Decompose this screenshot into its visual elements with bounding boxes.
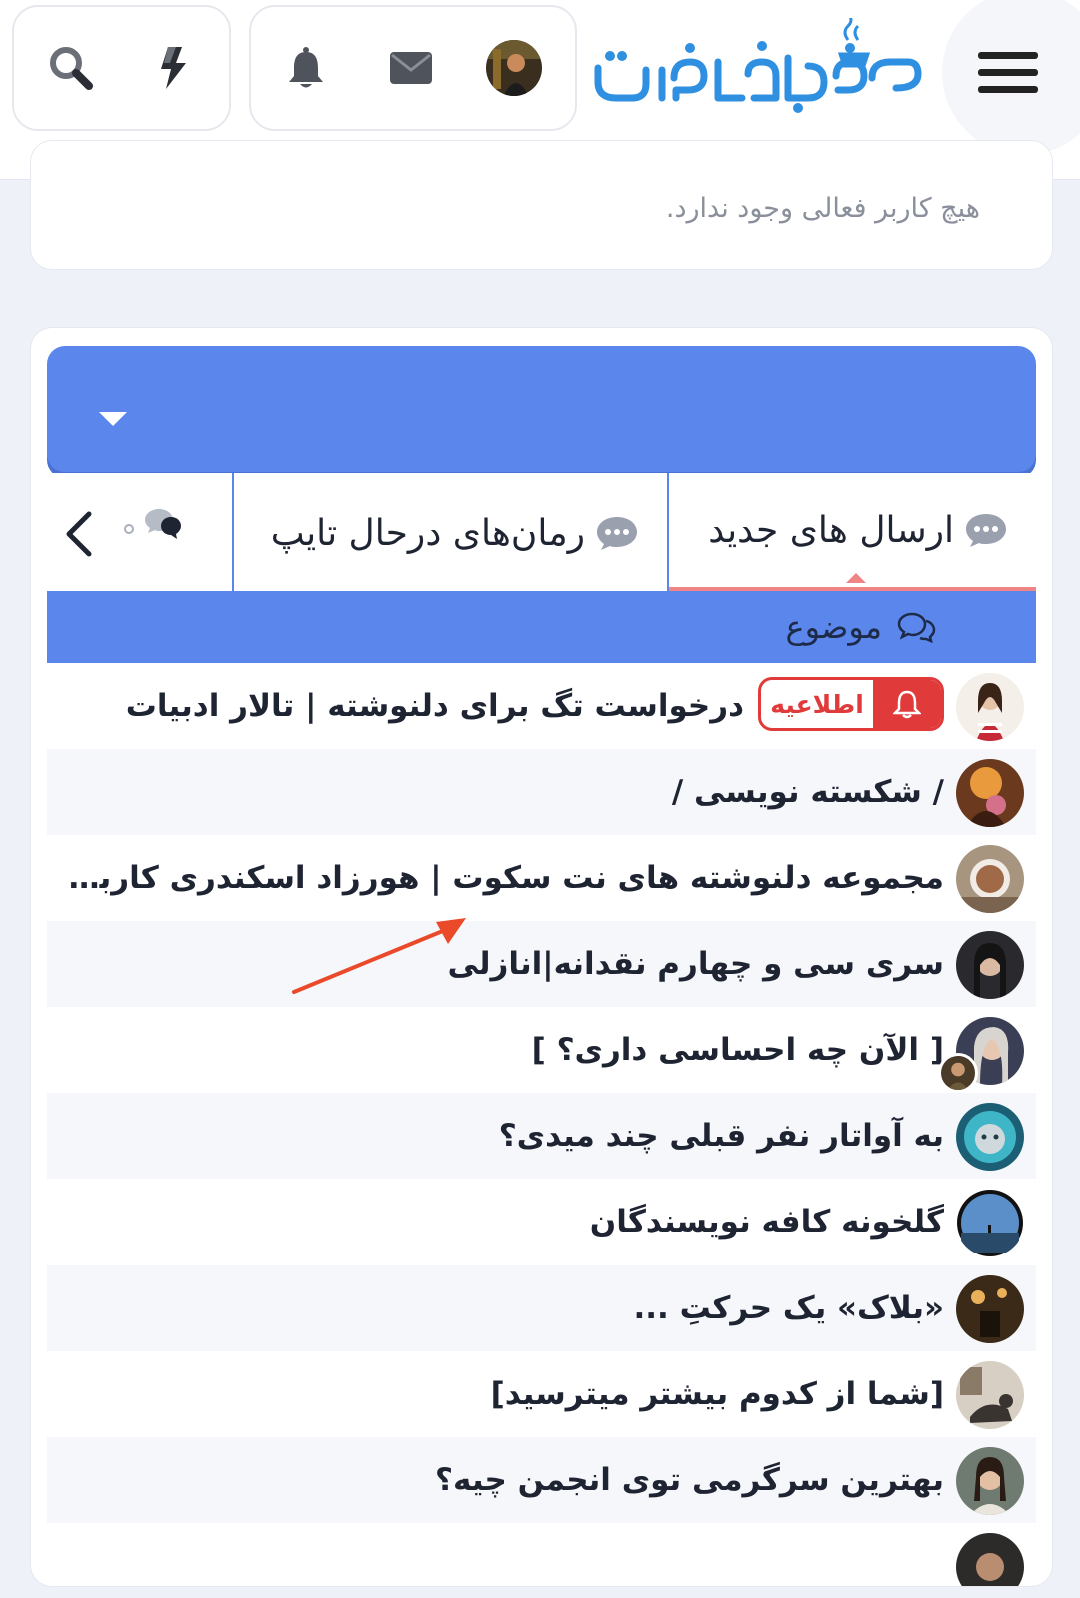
thread-title[interactable]: درخواست تگ برای دلنوشته | تالار ادبیات	[126, 663, 744, 749]
last-poster-avatar[interactable]	[938, 1053, 978, 1093]
main-menu-button[interactable]	[942, 0, 1080, 155]
thread-title[interactable]: بهترین سرگرمی توی انجمن چیه؟	[435, 1437, 944, 1523]
online-users-card: هیچ کاربر فعالی وجود ندارد.	[30, 140, 1053, 270]
envelope-icon	[390, 52, 432, 84]
whats-new-button[interactable]	[138, 7, 208, 129]
thread-author-avatar[interactable]	[956, 1361, 1024, 1429]
table-row[interactable]: / شکسته نویسی /	[47, 749, 1036, 835]
comments-outline-icon	[897, 612, 936, 643]
thread-title[interactable]: گلخونه کافه نویسندگان	[590, 1179, 944, 1265]
online-users-empty-text: هیچ کاربر فعالی وجود ندارد.	[665, 193, 980, 224]
thread-author-avatar[interactable]	[956, 931, 1024, 999]
dropdown-toggle-icon[interactable]	[97, 408, 129, 428]
thread-tabs: ارسال های جدید رمان‌های درحال تایپ	[47, 473, 1036, 593]
thread-title[interactable]: به آواتار نفر قبلی چند میدی؟	[499, 1093, 944, 1179]
table-row[interactable]: بهترین سرگرمی توی انجمن چیه؟	[47, 1437, 1036, 1523]
chevron-left-icon[interactable]	[65, 511, 93, 557]
thread-title[interactable]: مجموعه دلنوشته های نت سکوت | هورزاد اسکن…	[59, 835, 944, 921]
account-button[interactable]	[479, 7, 549, 129]
active-tab-indicator	[846, 573, 866, 583]
tab-new-posts-label: ارسال های جدید	[708, 509, 954, 551]
thread-title[interactable]: سری سی و چهارم نقدانه|انازلی	[448, 921, 944, 1007]
annotation-arrow	[292, 918, 466, 994]
thread-author-avatar[interactable]	[956, 759, 1024, 827]
bell-icon	[289, 47, 323, 88]
table-row[interactable]: به آواتار نفر قبلی چند میدی؟	[47, 1093, 1036, 1179]
table-row-partial[interactable]	[47, 1523, 1036, 1587]
inbox-button[interactable]	[376, 7, 446, 129]
widget-header-bar	[47, 346, 1036, 472]
alerts-button[interactable]	[271, 7, 341, 129]
table-row[interactable]: [شما از کدوم بیشتر میترسید]	[47, 1351, 1036, 1437]
bell-icon	[893, 690, 921, 719]
table-row[interactable]: «بلاک» یک حرکتِ ...	[47, 1265, 1036, 1351]
announcement-badge: اطلاعیه	[758, 677, 944, 731]
table-row[interactable]: [ الآن چه احساسی داری؟ ]	[47, 1007, 1036, 1093]
thread-author-avatar[interactable]	[956, 673, 1024, 741]
thread-title[interactable]: / شکسته نویسی /	[672, 749, 944, 835]
chat-bubble-icon	[597, 517, 637, 550]
search-button[interactable]	[36, 7, 106, 129]
tab-more[interactable]	[47, 473, 232, 593]
thread-author-avatar[interactable]	[956, 1189, 1024, 1257]
thread-title[interactable]: «بلاک» یک حرکتِ ...	[633, 1265, 944, 1351]
tab-typing-novels-label: رمان‌های درحال تایپ	[270, 512, 585, 554]
table-row[interactable]: اطلاعیه درخواست تگ برای دلنوشته | تالار …	[47, 663, 1036, 749]
thread-author-avatar[interactable]	[956, 1275, 1024, 1343]
search-icon	[50, 47, 93, 90]
tab-typing-novels[interactable]: رمان‌های درحال تایپ	[232, 473, 669, 593]
tab-new-posts[interactable]: ارسال های جدید	[669, 473, 1036, 593]
logo-image	[594, 12, 922, 113]
quick-actions-group	[12, 5, 231, 131]
hamburger-menu-icon	[978, 42, 1038, 103]
thread-title[interactable]: [شما از کدوم بیشتر میترسید]	[491, 1351, 944, 1437]
user-avatar	[486, 40, 542, 96]
thread-author-avatar[interactable]	[956, 1447, 1024, 1515]
subject-label: موضوع	[785, 608, 882, 646]
comments-icon	[124, 509, 181, 539]
table-row[interactable]: گلخونه کافه نویسندگان	[47, 1179, 1036, 1265]
threads-widget: ارسال های جدید رمان‌های درحال تایپ	[30, 327, 1053, 1587]
thread-author-avatar[interactable]	[956, 1533, 1024, 1587]
table-row[interactable]: مجموعه دلنوشته های نت سکوت | هورزاد اسکن…	[47, 835, 1036, 921]
lightning-icon	[161, 47, 186, 89]
table-row[interactable]: سری سی و چهارم نقدانه|انازلی	[47, 921, 1036, 1007]
subject-column-header: موضوع	[47, 591, 1036, 663]
thread-author-avatar[interactable]	[956, 1103, 1024, 1171]
chat-bubble-icon	[966, 514, 1006, 547]
site-logo[interactable]	[592, 12, 927, 118]
thread-title[interactable]: [ الآن چه احساسی داری؟ ]	[532, 1007, 944, 1093]
announcement-badge-label: اطلاعیه	[770, 689, 864, 719]
thread-list: اطلاعیه درخواست تگ برای دلنوشته | تالار …	[47, 663, 1036, 1587]
user-actions-group	[249, 5, 577, 131]
thread-author-avatar[interactable]	[956, 845, 1024, 913]
